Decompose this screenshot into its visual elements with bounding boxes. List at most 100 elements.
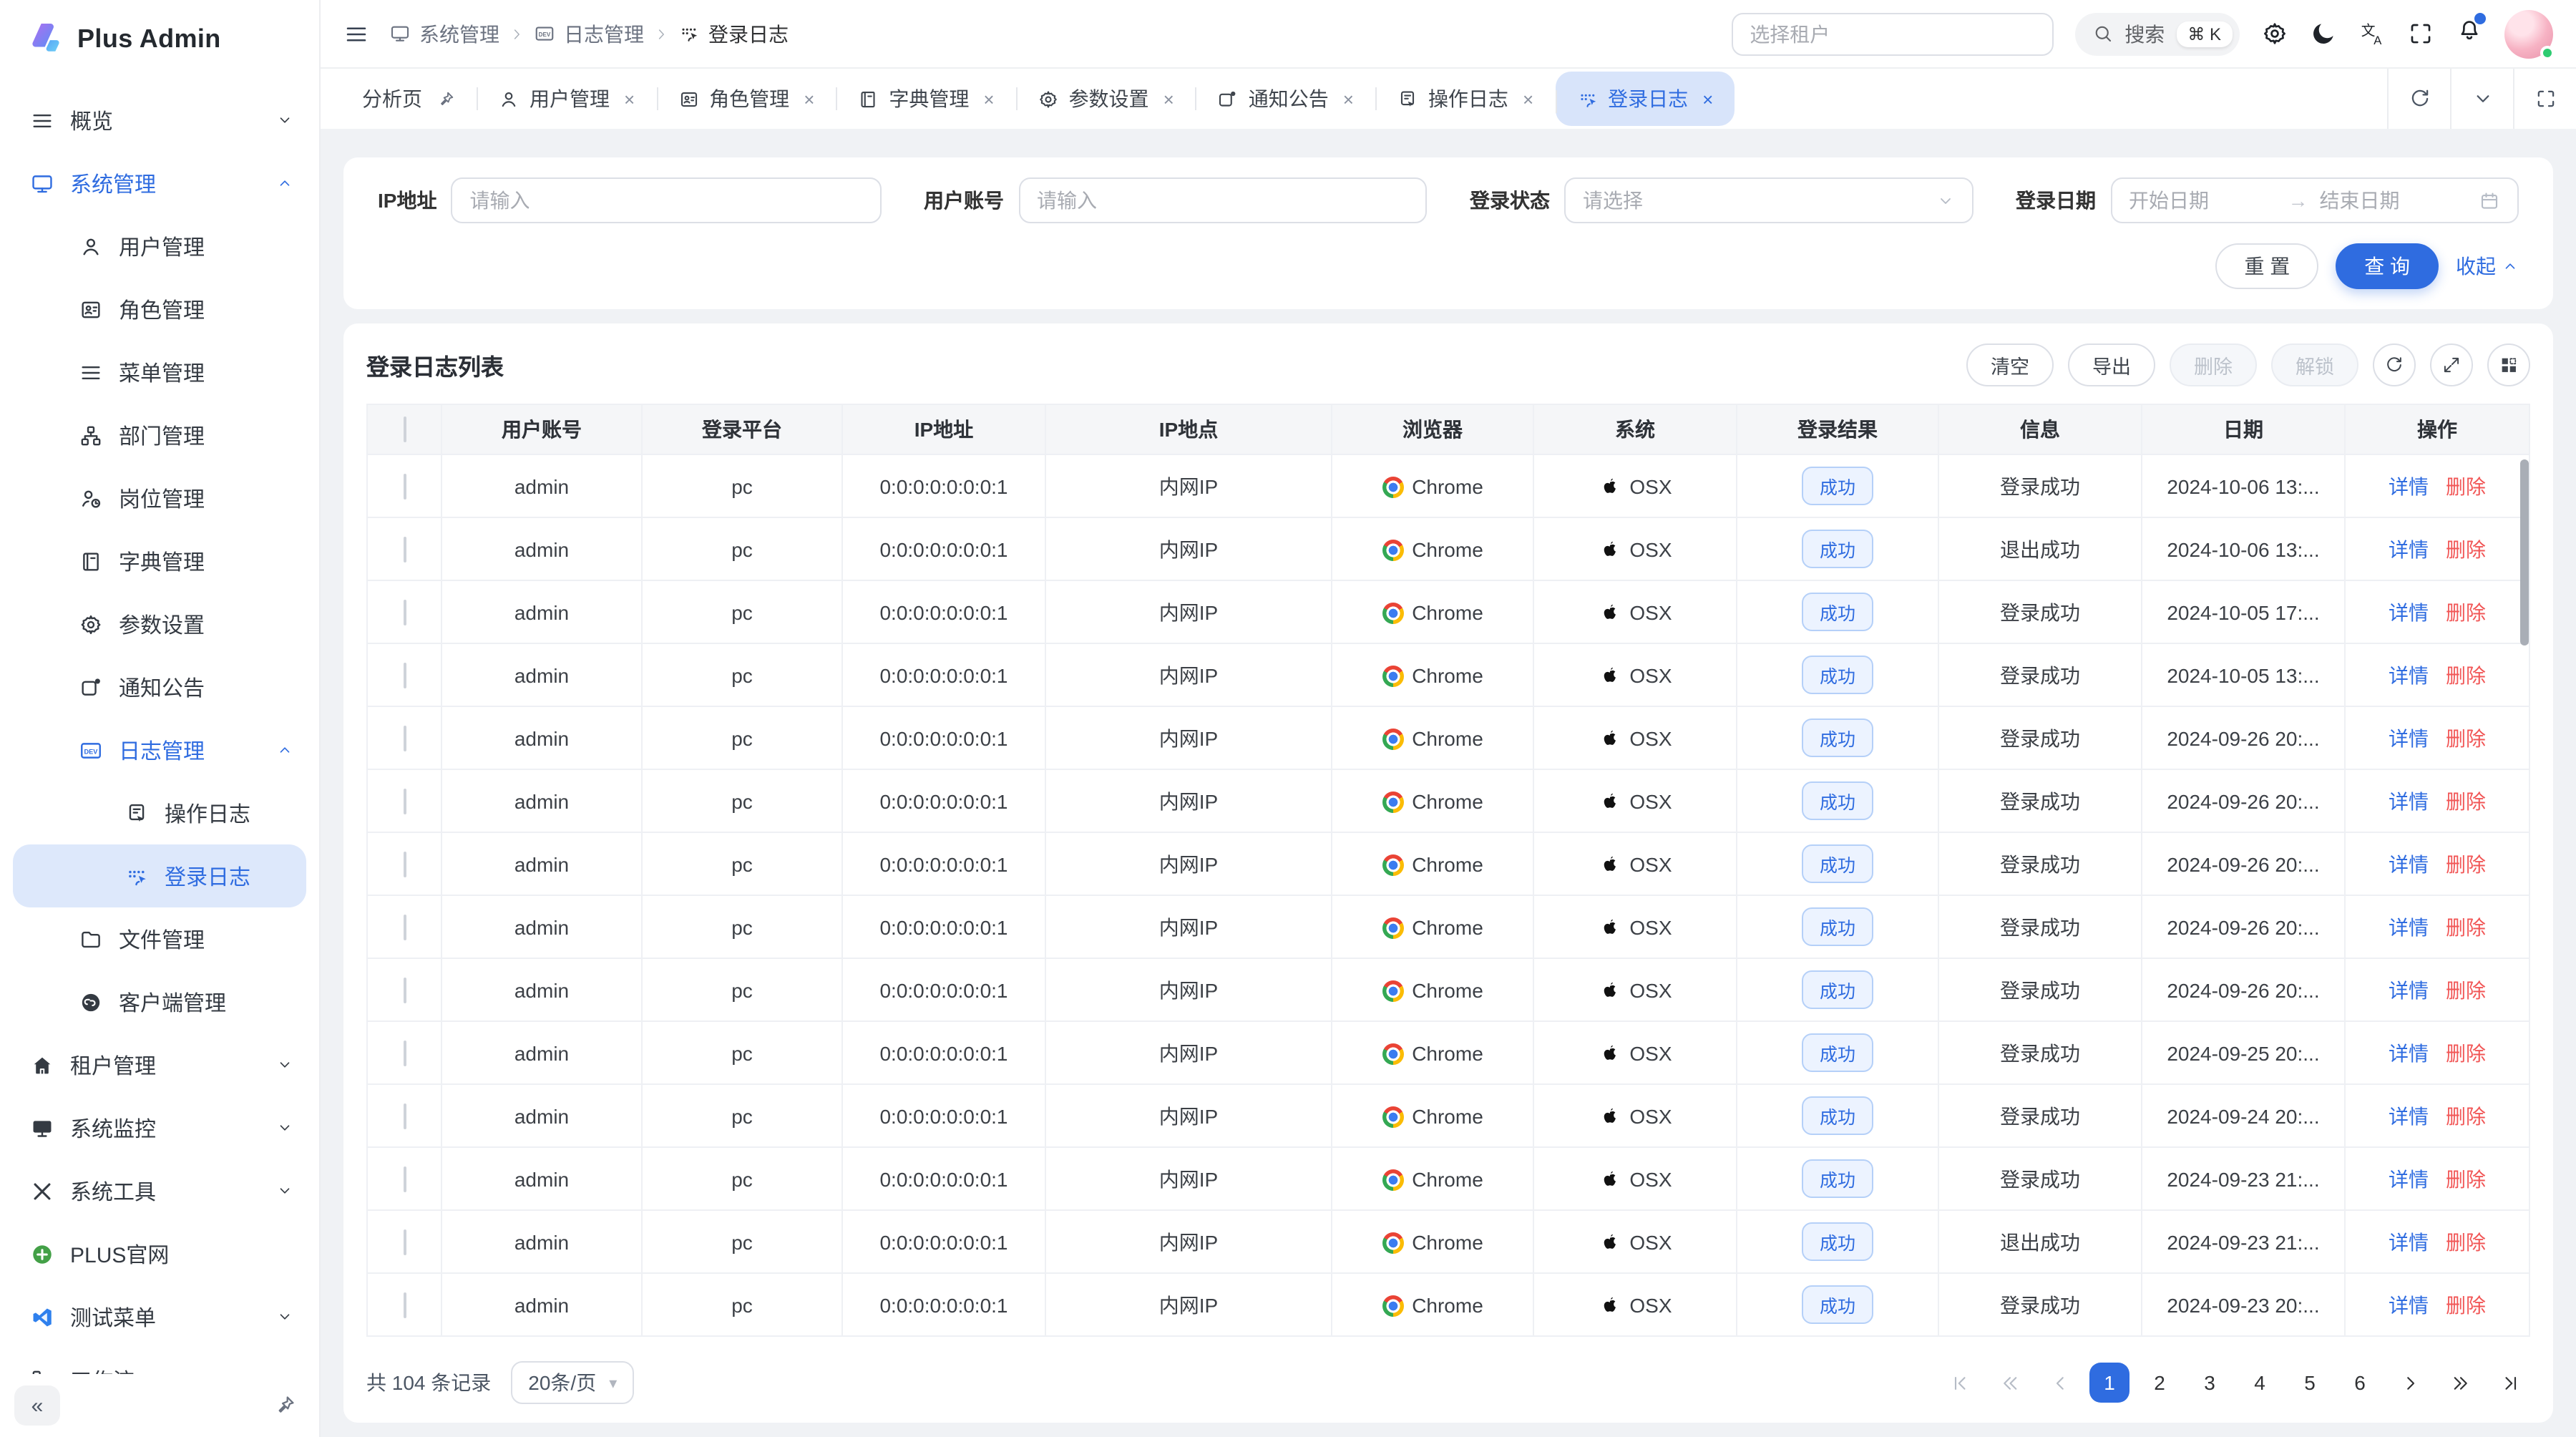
- close-tab-icon[interactable]: ×: [1523, 88, 1533, 109]
- dark-mode-moon-icon[interactable]: [2310, 20, 2337, 47]
- sidebar-item-role-management[interactable]: 角色管理: [0, 278, 319, 341]
- delete-link[interactable]: 删除: [2446, 1104, 2486, 1127]
- fullscreen-icon[interactable]: [2407, 20, 2434, 47]
- column-settings-button[interactable]: [2487, 344, 2530, 386]
- global-search[interactable]: 搜索 ⌘ K: [2074, 12, 2240, 55]
- row-checkbox[interactable]: [403, 1292, 406, 1317]
- close-tab-icon[interactable]: ×: [804, 88, 814, 109]
- page-6-button[interactable]: 6: [2340, 1363, 2380, 1403]
- delete-link[interactable]: 删除: [2446, 726, 2486, 749]
- close-tab-icon[interactable]: ×: [1163, 88, 1174, 109]
- next-5-pages-button[interactable]: [2440, 1363, 2480, 1403]
- tab-login-log[interactable]: 登录日志×: [1555, 72, 1735, 126]
- table-fullscreen-button[interactable]: [2430, 344, 2473, 386]
- detail-link[interactable]: 详情: [2389, 1230, 2429, 1253]
- sidebar-item-tenant-management[interactable]: 租户管理: [0, 1033, 319, 1096]
- detail-link[interactable]: 详情: [2389, 663, 2429, 686]
- clear-button[interactable]: 清空: [1966, 344, 2054, 386]
- tab-analysis-page[interactable]: 分析页: [341, 69, 477, 129]
- sidebar-pin-icon[interactable]: [273, 1394, 296, 1417]
- close-tab-icon[interactable]: ×: [983, 88, 994, 109]
- row-checkbox[interactable]: [403, 788, 406, 814]
- refresh-list-button[interactable]: [2373, 344, 2416, 386]
- sidebar-item-notice-announcement[interactable]: 通知公告: [0, 656, 319, 718]
- sidebar-item-log-management[interactable]: DEV日志管理: [0, 718, 319, 781]
- page-4-button[interactable]: 4: [2240, 1363, 2280, 1403]
- page-size-select[interactable]: 20条/页 ▾: [511, 1361, 634, 1404]
- prev-5-pages-button[interactable]: [1989, 1363, 2029, 1403]
- row-checkbox[interactable]: [403, 914, 406, 940]
- sidebar-item-system-management[interactable]: 系统管理: [0, 152, 319, 215]
- breadcrumb-login-log[interactable]: 登录日志: [678, 19, 789, 48]
- detail-link[interactable]: 详情: [2389, 852, 2429, 875]
- settings-gear-icon[interactable]: [2261, 20, 2288, 47]
- table-scrollbar[interactable]: [2519, 457, 2530, 1343]
- sidebar-item-param-settings[interactable]: 参数设置: [0, 593, 319, 656]
- first-page-button[interactable]: [1939, 1363, 1979, 1403]
- scrollbar-thumb[interactable]: [2520, 459, 2529, 646]
- export-button[interactable]: 导出: [2068, 344, 2155, 386]
- sidebar-item-post-management[interactable]: 岗位管理: [0, 467, 319, 530]
- delete-link[interactable]: 删除: [2446, 600, 2486, 623]
- detail-link[interactable]: 详情: [2389, 1104, 2429, 1127]
- sidebar-item-dict-management[interactable]: 字典管理: [0, 530, 319, 593]
- refresh-page-icon[interactable]: [2387, 69, 2450, 129]
- sidebar-item-system-monitor[interactable]: 系统监控: [0, 1096, 319, 1159]
- sidebar-collapse-button[interactable]: «: [14, 1385, 60, 1426]
- delete-link[interactable]: 删除: [2446, 852, 2486, 875]
- user-account-input[interactable]: [1018, 177, 1427, 223]
- tabs-dropdown-chevron-icon[interactable]: [2450, 69, 2513, 129]
- row-checkbox[interactable]: [403, 1229, 406, 1255]
- pin-icon[interactable]: [436, 89, 455, 108]
- sidebar-item-file-management[interactable]: 文件管理: [0, 907, 319, 970]
- delete-link[interactable]: 删除: [2446, 915, 2486, 938]
- delete-link[interactable]: 删除: [2446, 1041, 2486, 1064]
- tab-operation-log[interactable]: 操作日志×: [1375, 69, 1555, 129]
- delete-link[interactable]: 删除: [2446, 474, 2486, 497]
- sidebar-item-dept-management[interactable]: 部门管理: [0, 404, 319, 467]
- language-icon[interactable]: 文A: [2358, 20, 2386, 47]
- close-tab-icon[interactable]: ×: [1343, 88, 1354, 109]
- delete-link[interactable]: 删除: [2446, 537, 2486, 560]
- row-checkbox[interactable]: [403, 473, 406, 499]
- delete-button[interactable]: 删除: [2170, 344, 2257, 386]
- page-1-button[interactable]: 1: [2089, 1363, 2129, 1403]
- breadcrumb-log-management[interactable]: DEV日志管理: [534, 19, 644, 48]
- breadcrumb-system-management[interactable]: 系统管理: [389, 19, 499, 48]
- menu-toggle-icon[interactable]: [343, 21, 369, 47]
- delete-link[interactable]: 删除: [2446, 789, 2486, 812]
- unlock-button[interactable]: 解锁: [2271, 344, 2358, 386]
- detail-link[interactable]: 详情: [2389, 978, 2429, 1001]
- sidebar-item-plus-website[interactable]: PLUS官网: [0, 1222, 319, 1285]
- page-3-button[interactable]: 3: [2190, 1363, 2230, 1403]
- tab-user-management[interactable]: 用户管理×: [477, 69, 656, 129]
- row-checkbox[interactable]: [403, 599, 406, 625]
- notifications-bell-icon[interactable]: [2456, 16, 2483, 52]
- tab-role-management[interactable]: 角色管理×: [656, 69, 836, 129]
- row-checkbox[interactable]: [403, 1166, 406, 1192]
- last-page-button[interactable]: [2490, 1363, 2530, 1403]
- sidebar-item-login-log[interactable]: 登录日志: [13, 844, 306, 907]
- tenant-select-input[interactable]: [1731, 12, 2053, 55]
- detail-link[interactable]: 详情: [2389, 1293, 2429, 1316]
- sidebar-item-user-management[interactable]: 用户管理: [0, 215, 319, 278]
- detail-link[interactable]: 详情: [2389, 915, 2429, 938]
- login-date-range[interactable]: 开始日期 → 结束日期: [2110, 177, 2519, 223]
- sidebar-item-test-menu[interactable]: 测试菜单: [0, 1285, 319, 1348]
- sidebar-item-system-tools[interactable]: 系统工具: [0, 1159, 319, 1222]
- detail-link[interactable]: 详情: [2389, 726, 2429, 749]
- delete-link[interactable]: 删除: [2446, 1167, 2486, 1190]
- detail-link[interactable]: 详情: [2389, 1167, 2429, 1190]
- row-checkbox[interactable]: [403, 1103, 406, 1129]
- close-tab-icon[interactable]: ×: [1702, 88, 1713, 109]
- row-checkbox[interactable]: [403, 851, 406, 877]
- sidebar-item-client-management[interactable]: 客户端管理: [0, 970, 319, 1033]
- tab-param-settings[interactable]: 参数设置×: [1016, 69, 1196, 129]
- sidebar-item-operation-log[interactable]: 操作日志: [0, 781, 319, 844]
- sidebar-item-workflow[interactable]: 工作流: [0, 1348, 319, 1374]
- row-checkbox[interactable]: [403, 977, 406, 1003]
- row-checkbox[interactable]: [403, 1040, 406, 1066]
- sidebar-item-overview[interactable]: 概览: [0, 89, 319, 152]
- detail-link[interactable]: 详情: [2389, 537, 2429, 560]
- tab-notice-announcement[interactable]: 通知公告×: [1196, 69, 1375, 129]
